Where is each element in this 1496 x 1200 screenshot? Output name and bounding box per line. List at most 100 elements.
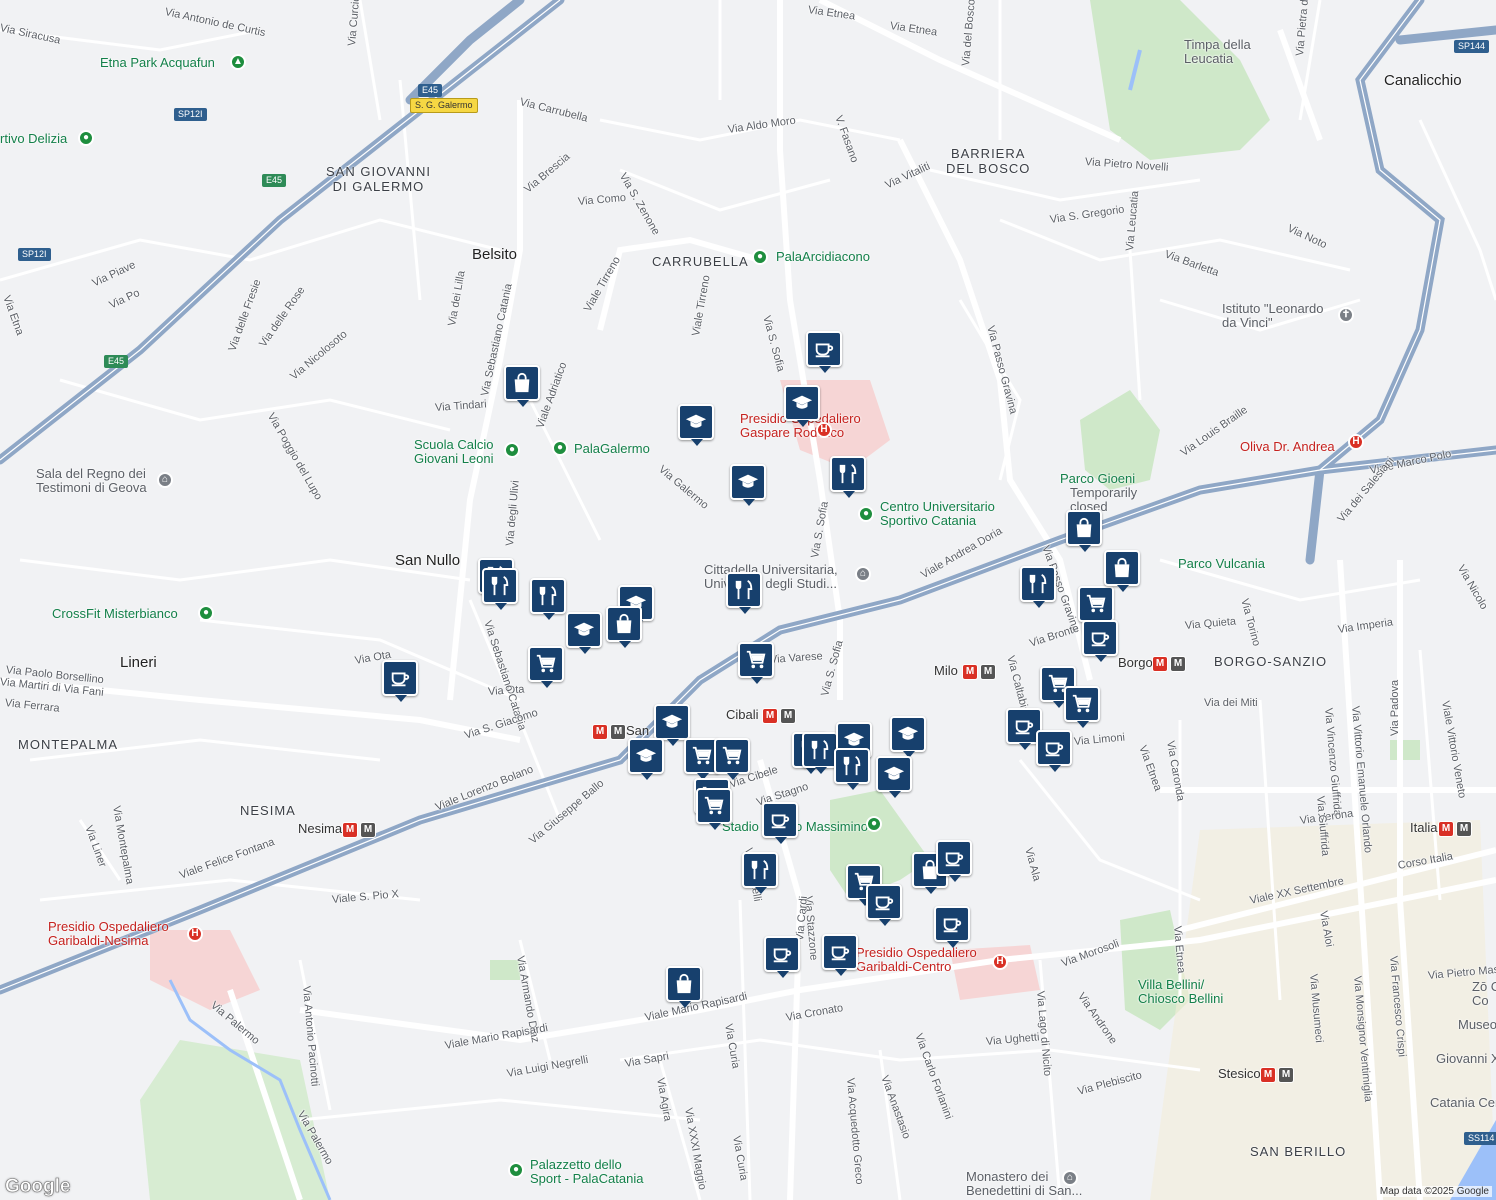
restaurant-marker[interactable] bbox=[1020, 566, 1056, 608]
poi-label-centro-universitario[interactable]: Centro Universitario Sportivo Catania bbox=[880, 500, 995, 528]
restaurant-marker[interactable] bbox=[834, 748, 870, 790]
poi-pin-icon[interactable]: ● bbox=[504, 442, 520, 458]
poi-label-timpa[interactable]: Timpa della Leucatia bbox=[1184, 38, 1251, 66]
grocery-marker[interactable] bbox=[1078, 586, 1114, 628]
map-canvas[interactable]: Via Siracusa Via Antonio de Curtis Via Cur… bbox=[0, 0, 1496, 1200]
grocery-marker[interactable] bbox=[738, 642, 774, 684]
poi-label-presidio-centro[interactable]: Presidio Ospedaliero Garibaldi-Centro bbox=[856, 946, 977, 974]
grocery-marker[interactable] bbox=[1064, 686, 1100, 728]
shopping-cart-icon bbox=[745, 649, 767, 671]
poi-pin-icon[interactable]: ⌂ bbox=[855, 566, 871, 582]
fork-knife-icon bbox=[733, 579, 755, 601]
poi-label-palagalermo[interactable]: PalaGalermo bbox=[574, 442, 650, 456]
road-shield: E45 bbox=[418, 84, 443, 97]
shopping-bag-icon bbox=[1073, 517, 1095, 539]
poi-pin-icon[interactable]: ⌂ bbox=[1062, 1170, 1078, 1186]
metro-label-italia[interactable]: Italia bbox=[1410, 821, 1437, 835]
cafe-marker[interactable] bbox=[822, 934, 858, 976]
poi-label-istituto[interactable]: Istituto "Leonardo da Vinci" bbox=[1222, 302, 1323, 330]
school-marker[interactable] bbox=[890, 716, 926, 758]
school-marker[interactable] bbox=[876, 756, 912, 798]
poi-label-etna-park[interactable]: Etna Park Acquafun bbox=[100, 56, 215, 70]
grocery-marker[interactable] bbox=[528, 646, 564, 688]
poi-label-villa-bellini[interactable]: Villa Bellini/Chiosco Bellini bbox=[1138, 978, 1223, 1006]
poi-label-parco-vulcania[interactable]: Parco Vulcania bbox=[1178, 557, 1265, 571]
school-marker[interactable] bbox=[678, 404, 714, 446]
cup-icon bbox=[829, 941, 851, 963]
restaurant-marker[interactable] bbox=[726, 572, 762, 614]
poi-pin-icon[interactable]: H bbox=[1348, 434, 1364, 450]
shop-marker[interactable] bbox=[606, 606, 642, 648]
poi-label-crossfit[interactable]: CrossFit Misterbianco bbox=[52, 607, 178, 621]
area-label-barriera: BARRIERA DEL BOSCO bbox=[946, 146, 1031, 176]
poi-pin-icon[interactable]: ▲ bbox=[230, 54, 246, 70]
metro-label-san-nullo-metro[interactable]: San bbox=[626, 724, 649, 738]
cafe-marker[interactable] bbox=[934, 906, 970, 948]
poi-pin-icon[interactable]: ● bbox=[78, 130, 94, 146]
poi-pin-icon[interactable]: ● bbox=[552, 440, 568, 456]
poi-label-sala-regno[interactable]: Sala del Regno dei Testimoni di Geova bbox=[36, 467, 147, 495]
grocery-marker[interactable] bbox=[696, 788, 732, 830]
restaurant-marker[interactable] bbox=[830, 456, 866, 498]
poi-pin-icon[interactable]: ⌂ bbox=[157, 472, 173, 488]
school-marker[interactable] bbox=[566, 612, 602, 654]
poi-label-sportivo-delizia[interactable]: rtivo Delizia bbox=[0, 132, 67, 146]
shop-marker[interactable] bbox=[1066, 510, 1102, 552]
cafe-marker[interactable] bbox=[866, 884, 902, 926]
poi-pin-icon[interactable]: ● bbox=[752, 249, 768, 265]
poi-pin-icon[interactable]: ● bbox=[198, 605, 214, 621]
cafe-marker[interactable] bbox=[1036, 730, 1072, 772]
cafe-marker[interactable] bbox=[762, 802, 798, 844]
poi-label-palazzetto[interactable]: Palazzetto dello Sport - PalaCatania bbox=[530, 1158, 643, 1186]
graduation-cap-icon bbox=[883, 763, 905, 785]
restaurant-marker[interactable] bbox=[802, 732, 838, 774]
school-marker[interactable] bbox=[730, 464, 766, 506]
cafe-marker[interactable] bbox=[806, 331, 842, 373]
restaurant-marker[interactable] bbox=[530, 578, 566, 620]
metro-label-milo[interactable]: Milo bbox=[934, 664, 958, 678]
map-attribution[interactable]: Map data ©2025 Google bbox=[1376, 1186, 1492, 1197]
school-marker[interactable] bbox=[628, 738, 664, 780]
poi-pin-icon[interactable]: H bbox=[816, 422, 832, 438]
cafe-marker[interactable] bbox=[936, 840, 972, 882]
poi-pin-icon[interactable]: H bbox=[187, 926, 203, 942]
area-label-carrubella: CARRUBELLA bbox=[652, 254, 749, 269]
metro-icon: M bbox=[1438, 821, 1454, 837]
metro-label-nesima-metro[interactable]: Nesima bbox=[298, 822, 342, 836]
metro-label-borgo[interactable]: Borgo bbox=[1118, 656, 1153, 670]
shop-marker[interactable] bbox=[504, 365, 540, 407]
poi-label-zo[interactable]: Zō C Co bbox=[1472, 980, 1496, 1008]
poi-label-museo[interactable]: Museo bbox=[1458, 1018, 1496, 1032]
cafe-marker[interactable] bbox=[764, 936, 800, 978]
restaurant-marker[interactable] bbox=[482, 568, 518, 610]
poi-label-oliva[interactable]: Oliva Dr. Andrea bbox=[1240, 440, 1335, 454]
poi-label-presidio-nesima[interactable]: Presidio Ospedaliero Garibaldi-Nesima bbox=[48, 920, 169, 948]
cafe-marker[interactable] bbox=[382, 660, 418, 702]
street-label: Via dei Miti bbox=[1204, 697, 1258, 709]
school-marker[interactable] bbox=[784, 385, 820, 427]
poi-pin-icon[interactable]: ● bbox=[866, 816, 882, 832]
poi-label-scuola-calcio[interactable]: Scuola Calcio Giovani Leoni bbox=[414, 438, 494, 466]
graduation-cap-icon bbox=[635, 745, 657, 767]
poi-label-parco-gioeni[interactable]: Parco Gioeni bbox=[1060, 472, 1135, 486]
shop-marker[interactable] bbox=[1104, 550, 1140, 592]
restaurant-marker[interactable] bbox=[742, 852, 778, 894]
shopping-cart-icon bbox=[703, 795, 725, 817]
grocery-marker[interactable] bbox=[714, 738, 750, 780]
metro-label-cibali[interactable]: Cibali bbox=[726, 708, 759, 722]
poi-pin-icon[interactable]: ● bbox=[508, 1162, 524, 1178]
shop-marker[interactable] bbox=[666, 966, 702, 1008]
graduation-cap-icon bbox=[685, 411, 707, 433]
poi-label-giovanni[interactable]: Giovanni X bbox=[1436, 1052, 1496, 1066]
poi-pin-icon[interactable]: H bbox=[992, 954, 1008, 970]
poi-pin-icon[interactable]: ✝ bbox=[1338, 307, 1354, 323]
cafe-marker[interactable] bbox=[1082, 620, 1118, 662]
town-label-san-nullo: San Nullo bbox=[395, 552, 461, 569]
poi-label-cittadella[interactable]: Cittadella Universitaria, Università degl… bbox=[704, 563, 838, 591]
poi-label-palaarcidiacono[interactable]: PalaArcidiacono bbox=[776, 250, 870, 264]
area-label-san-berillo: SAN BERILLO bbox=[1250, 1144, 1347, 1159]
poi-label-catania-cen[interactable]: Catania Cen bbox=[1430, 1096, 1496, 1110]
road-shield: SS114 bbox=[1464, 1132, 1496, 1145]
school-marker[interactable] bbox=[654, 704, 690, 746]
poi-pin-icon[interactable]: ● bbox=[858, 506, 874, 522]
